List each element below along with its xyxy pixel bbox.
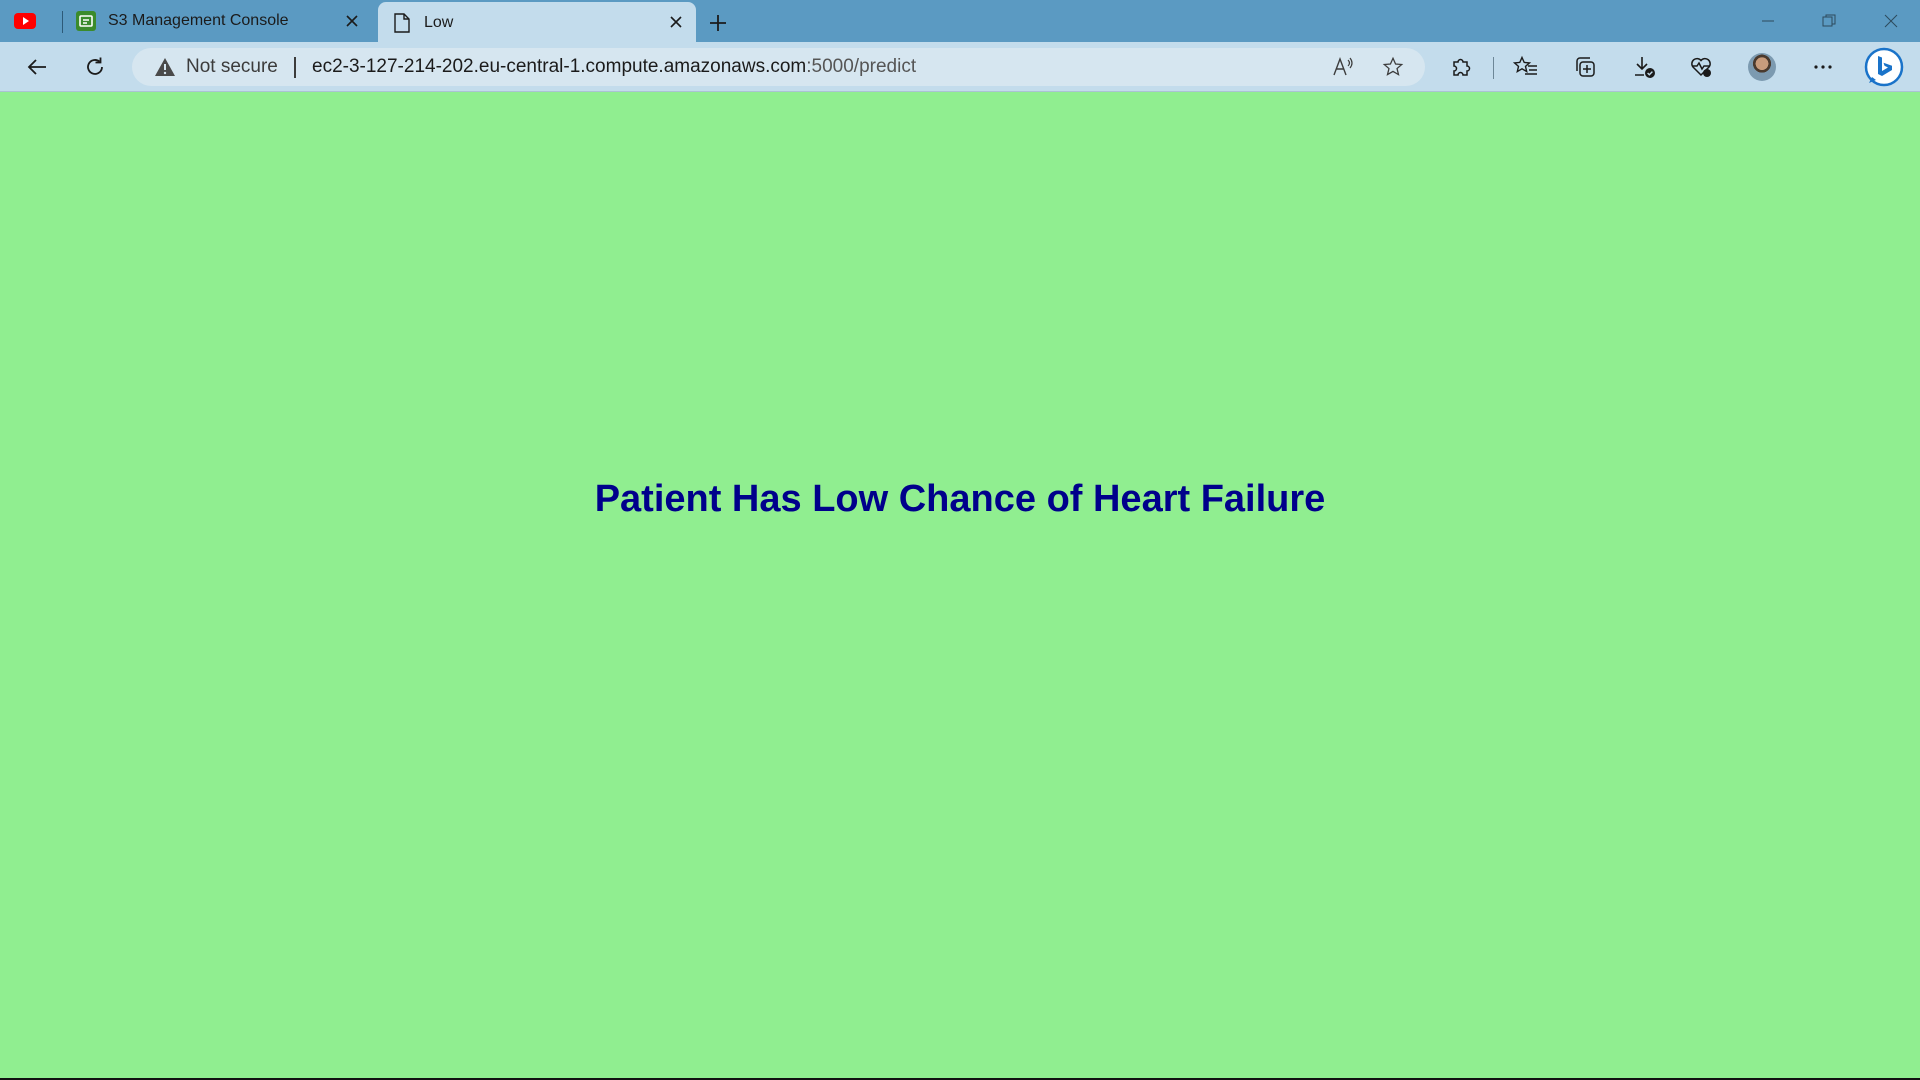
add-favorite-button[interactable]	[1377, 51, 1409, 83]
heart-pulse-icon	[1691, 57, 1711, 77]
page-icon	[394, 13, 410, 33]
close-tab-button[interactable]	[666, 12, 686, 32]
tab-label: S3 Management Console	[108, 12, 289, 29]
browser-window: S3 Management Console Low Not secure ec2…	[0, 0, 1920, 1080]
download-icon	[1635, 57, 1655, 78]
avatar	[1748, 53, 1776, 81]
tab-low[interactable]: Low	[378, 2, 696, 44]
downloads-button[interactable]	[1627, 51, 1661, 83]
url-host: ec2-3-127-214-202.eu-central-1.compute.a…	[312, 56, 807, 77]
tab-strip: S3 Management Console Low	[0, 0, 1920, 44]
s3-console-icon	[76, 11, 96, 31]
puzzle-icon	[1453, 58, 1471, 76]
read-aloud-button[interactable]	[1327, 51, 1359, 83]
tab-label: Low	[424, 14, 454, 31]
bing-icon	[1864, 47, 1904, 87]
favorites-list-icon	[1513, 55, 1537, 75]
security-label: Not secure	[186, 56, 278, 77]
browser-toolbar: Not secure ec2-3-127-214-202.eu-central-…	[0, 42, 1920, 92]
back-button[interactable]	[20, 51, 54, 83]
tab-youtube[interactable]	[14, 0, 60, 42]
window-close-button[interactable]	[1876, 8, 1906, 34]
more-icon	[1814, 65, 1832, 69]
restore-icon	[1822, 14, 1836, 27]
security-indicator[interactable]: Not secure	[154, 48, 278, 86]
minimize-icon	[1762, 20, 1774, 22]
close-icon	[670, 16, 682, 28]
settings-menu-button[interactable]	[1806, 51, 1840, 83]
toolbar-divider	[1493, 57, 1494, 79]
favorites-button[interactable]	[1509, 51, 1543, 83]
close-icon	[1884, 14, 1898, 28]
extensions-button[interactable]	[1444, 51, 1478, 83]
bing-chat-button[interactable]	[1864, 47, 1904, 87]
arrow-left-icon	[27, 59, 46, 75]
tab-divider	[62, 11, 63, 33]
star-icon	[1382, 56, 1404, 76]
close-tab-button[interactable]	[342, 11, 362, 31]
url-text[interactable]: ec2-3-127-214-202.eu-central-1.compute.a…	[312, 48, 916, 86]
collections-icon	[1576, 57, 1595, 77]
address-divider	[294, 57, 296, 78]
collections-button[interactable]	[1568, 51, 1602, 83]
minimize-button[interactable]	[1753, 8, 1783, 34]
close-icon	[346, 15, 358, 27]
youtube-icon	[14, 13, 36, 29]
refresh-button[interactable]	[78, 51, 112, 83]
page-content: Patient Has Low Chance of Heart Failure	[0, 93, 1920, 1078]
prediction-result-heading: Patient Has Low Chance of Heart Failure	[594, 478, 1326, 520]
read-aloud-icon	[1333, 57, 1353, 76]
url-path: :5000/predict	[806, 56, 917, 77]
restore-button[interactable]	[1814, 8, 1844, 34]
browser-essentials-button[interactable]	[1684, 51, 1718, 83]
profile-button[interactable]	[1745, 51, 1779, 83]
refresh-icon	[87, 57, 103, 75]
plus-icon	[710, 15, 726, 31]
address-bar[interactable]: Not secure ec2-3-127-214-202.eu-central-…	[132, 48, 1425, 86]
warning-icon	[154, 57, 176, 77]
tab-s3-management-console[interactable]: S3 Management Console	[62, 0, 372, 42]
new-tab-button[interactable]	[704, 9, 732, 37]
